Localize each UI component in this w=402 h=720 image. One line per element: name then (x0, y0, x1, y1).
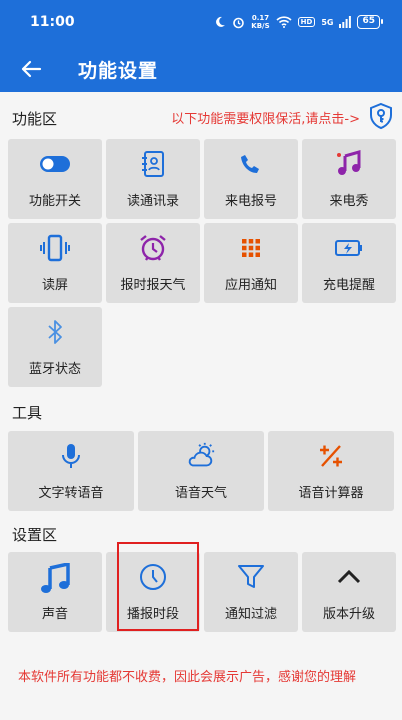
tile-feature-switch[interactable]: 功能开关 (8, 139, 102, 219)
tile-time-weather[interactable]: 报时报天气 (106, 223, 200, 303)
weather-icon (186, 441, 216, 471)
tile-text-to-speech[interactable]: 文字转语音 (8, 431, 134, 511)
microphone-icon (56, 441, 86, 471)
network-type: 5G (321, 17, 334, 27)
grid-icon (236, 233, 266, 263)
moon-icon (216, 16, 226, 27)
section-title-features: 功能区 (12, 110, 58, 128)
phone-icon (236, 149, 266, 179)
filter-icon (236, 562, 266, 592)
signal-icon (339, 16, 352, 28)
permission-notice[interactable]: 以下功能需要权限保活,请点击-> (171, 108, 360, 127)
tile-bluetooth-status[interactable]: 蓝牙状态 (8, 307, 102, 387)
tile-broadcast-period[interactable]: 播报时段 (106, 552, 200, 632)
app-bar: 功能设置 (0, 46, 402, 92)
tile-charging-reminder[interactable]: 充电提醒 (302, 223, 396, 303)
tile-screen-reader[interactable]: 读屏 (8, 223, 102, 303)
chevron-up-icon (334, 562, 364, 592)
shield-key-icon[interactable] (368, 102, 394, 130)
tile-call-show[interactable]: 来电秀 (302, 139, 396, 219)
tile-version-upgrade[interactable]: 版本升级 (302, 552, 396, 632)
contacts-icon (138, 149, 168, 179)
hd-badge: HD (297, 17, 316, 27)
phone-vibrate-icon (40, 233, 70, 263)
tile-read-contacts[interactable]: 读通讯录 (106, 139, 200, 219)
section-title-settings: 设置区 (12, 526, 58, 544)
section-title-tools: 工具 (12, 404, 43, 422)
network-speed: 0.17 KB/S (251, 14, 270, 30)
page-title: 功能设置 (78, 60, 159, 82)
wifi-icon (276, 16, 292, 28)
calculator-icon (316, 441, 346, 471)
tile-sound[interactable]: 声音 (8, 552, 102, 632)
toggle-icon (40, 149, 70, 179)
battery-charge-icon (334, 233, 364, 263)
tile-caller-id[interactable]: 来电报号 (204, 139, 298, 219)
bluetooth-icon (40, 317, 70, 347)
status-icons: 0.17 KB/S HD 5G 65 (214, 14, 383, 30)
tile-voice-calculator[interactable]: 语音计算器 (268, 431, 394, 511)
clock-icon (138, 562, 168, 592)
tile-notification-filter[interactable]: 通知过滤 (204, 552, 298, 632)
music-icon (38, 562, 72, 596)
alarm-clock-icon (138, 233, 168, 263)
battery-indicator: 65 (357, 15, 383, 29)
alarm-icon (233, 17, 245, 28)
status-bar: 11:00 0.17 KB/S HD 5G 65 (0, 0, 402, 46)
footer-notice: 本软件所有功能都不收费，因此会展示广告，感谢您的理解 (18, 670, 357, 685)
status-time: 11:00 (30, 14, 75, 30)
tile-voice-weather[interactable]: 语音天气 (138, 431, 264, 511)
tile-app-notifications[interactable]: 应用通知 (204, 223, 298, 303)
music-note-icon (334, 149, 364, 179)
back-arrow-icon[interactable] (18, 56, 44, 82)
